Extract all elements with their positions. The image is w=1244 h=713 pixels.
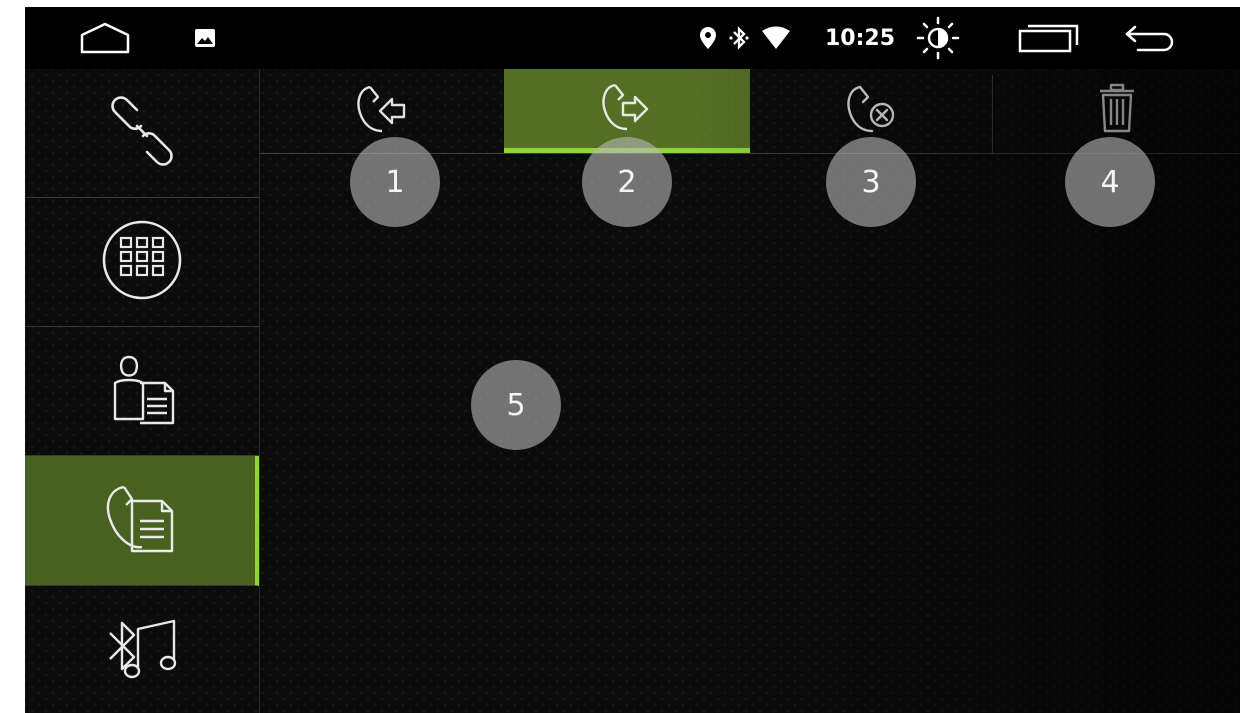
status-bar: 10:25 <box>25 7 1240 69</box>
delete-icon <box>1097 83 1137 139</box>
recent-apps-icon[interactable] <box>1017 7 1081 69</box>
call-log-icon <box>102 481 178 561</box>
location-icon <box>695 7 721 69</box>
incoming-call-icon <box>356 83 408 139</box>
sidebar-item-connection[interactable] <box>25 69 259 198</box>
callout-5-label: 5 <box>506 387 526 423</box>
callout-3-label: 3 <box>861 164 881 200</box>
callout-5: 5 <box>471 360 561 450</box>
sidebar-item-call-log[interactable] <box>25 456 259 586</box>
callout-2-label: 2 <box>617 164 637 200</box>
clock-text: 10:25 <box>824 25 896 51</box>
gallery-icon <box>191 7 219 69</box>
android-head-unit-screen: 10:25 1 2 3 4 5 <box>25 7 1240 713</box>
outgoing-call-icon <box>601 81 653 137</box>
dialpad-icon <box>101 219 183 305</box>
callout-2: 2 <box>582 137 672 227</box>
missed-call-icon <box>846 83 898 139</box>
phone-sidebar <box>25 69 259 713</box>
sidebar-item-contacts[interactable] <box>25 327 259 456</box>
clock: 10:25 <box>820 7 900 69</box>
bluetooth-music-icon <box>102 613 182 687</box>
callout-1: 1 <box>350 137 440 227</box>
callout-4: 4 <box>1065 137 1155 227</box>
link-icon <box>107 96 177 170</box>
callout-1-label: 1 <box>385 164 405 200</box>
sidebar-item-bluetooth-music[interactable] <box>25 586 259 713</box>
sidebar-item-dialpad[interactable] <box>25 198 259 327</box>
wifi-icon <box>759 7 793 69</box>
sidebar-divider <box>259 69 260 713</box>
bluetooth-icon <box>725 7 753 69</box>
callout-3: 3 <box>826 137 916 227</box>
tab-separator <box>992 75 993 153</box>
back-icon[interactable] <box>1123 7 1181 69</box>
brightness-icon[interactable] <box>915 7 961 69</box>
home-icon[interactable] <box>77 7 133 69</box>
callout-4-label: 4 <box>1100 164 1120 200</box>
contacts-icon <box>107 353 177 429</box>
